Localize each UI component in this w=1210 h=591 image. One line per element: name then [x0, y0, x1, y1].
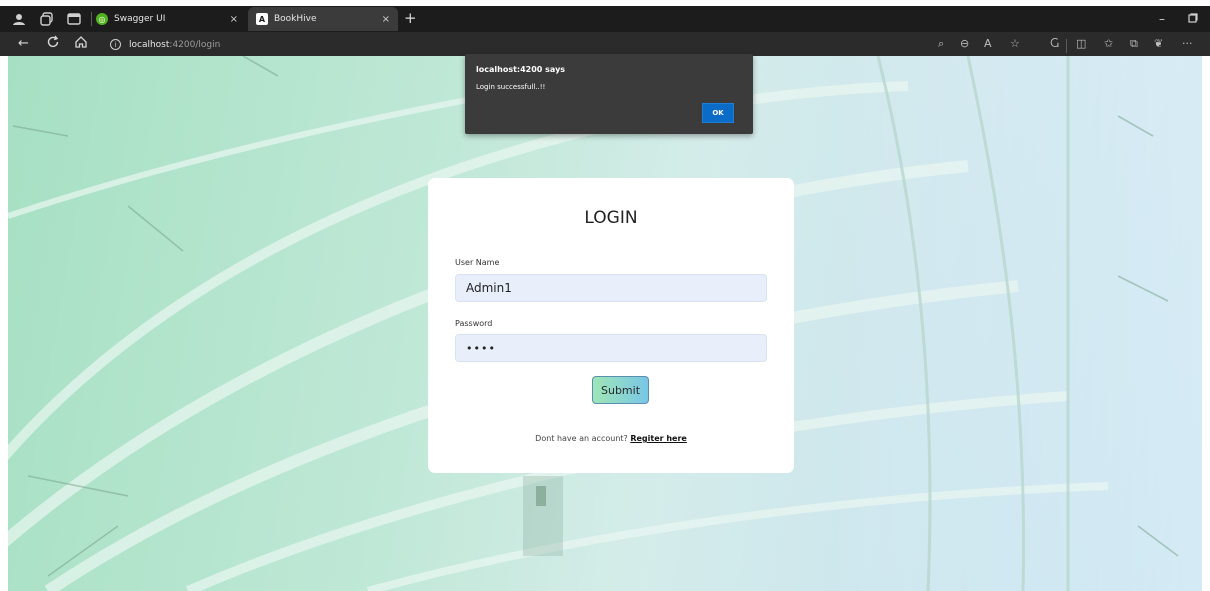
split-screen-icon[interactable]: ◫ [1076, 36, 1086, 52]
toolbar-divider [1066, 39, 1067, 53]
alert-ok-button[interactable]: OK [702, 103, 734, 123]
read-aloud-icon[interactable]: A [984, 36, 992, 52]
register-prompt: Dont have an account? Regiter here [428, 434, 794, 443]
password-label: Password [455, 319, 493, 328]
profile-icon[interactable] [12, 12, 26, 29]
back-arrow-icon[interactable]: ← [18, 35, 29, 53]
zoom-out-icon[interactable]: ⊖ [960, 36, 969, 52]
restore-button[interactable] [1188, 12, 1198, 26]
extension-icon[interactable]: Ⴚ [1050, 36, 1059, 52]
username-input[interactable]: Admin1 [455, 274, 767, 302]
home-icon[interactable] [74, 35, 88, 55]
favorite-star-icon[interactable]: ☆ [1010, 36, 1020, 52]
username-label: User Name [455, 258, 500, 267]
site-info-icon[interactable]: i [110, 39, 121, 50]
angular-icon: A [256, 13, 268, 25]
close-icon[interactable]: × [230, 14, 238, 25]
register-prompt-text: Dont have an account? [535, 434, 628, 443]
alert-dialog: localhost:4200 says Login successfull..!… [465, 54, 753, 134]
minimize-button[interactable]: – [1159, 12, 1165, 26]
alert-message: Login successfull..!! [476, 83, 546, 91]
tab-label: BookHive [274, 14, 317, 24]
copilot-icon[interactable]: ❦ [1154, 36, 1163, 52]
close-icon[interactable]: × [382, 14, 390, 25]
more-options-icon[interactable]: ··· [1182, 36, 1193, 52]
tab-swagger-ui[interactable]: ◎ Swagger UI × [88, 7, 246, 31]
tab-label: Swagger UI [114, 14, 166, 24]
url-path: :4200/login [169, 39, 221, 50]
login-card: LOGIN User Name Admin1 Password •••• Sub… [428, 178, 794, 473]
url-host: localhost [129, 39, 170, 50]
favorites-icon[interactable]: ✩ [1104, 36, 1113, 52]
search-icon[interactable]: ⌕ [938, 36, 944, 52]
alert-title: localhost:4200 says [476, 65, 566, 74]
password-input[interactable]: •••• [455, 334, 767, 362]
collections-icon[interactable]: ⧉ [1130, 36, 1138, 52]
tab-bookhive[interactable]: A BookHive × [248, 7, 398, 31]
workspaces-icon[interactable] [40, 12, 54, 29]
new-tab-button[interactable]: + [404, 9, 417, 27]
refresh-icon[interactable] [46, 35, 60, 55]
submit-button[interactable]: Submit [592, 376, 649, 404]
address-field[interactable]: i localhost:4200/login [110, 36, 220, 53]
tab-actions-icon[interactable] [67, 12, 81, 29]
register-link[interactable]: Regiter here [630, 434, 687, 443]
swagger-icon: ◎ [96, 13, 108, 25]
login-title: LOGIN [584, 208, 638, 228]
